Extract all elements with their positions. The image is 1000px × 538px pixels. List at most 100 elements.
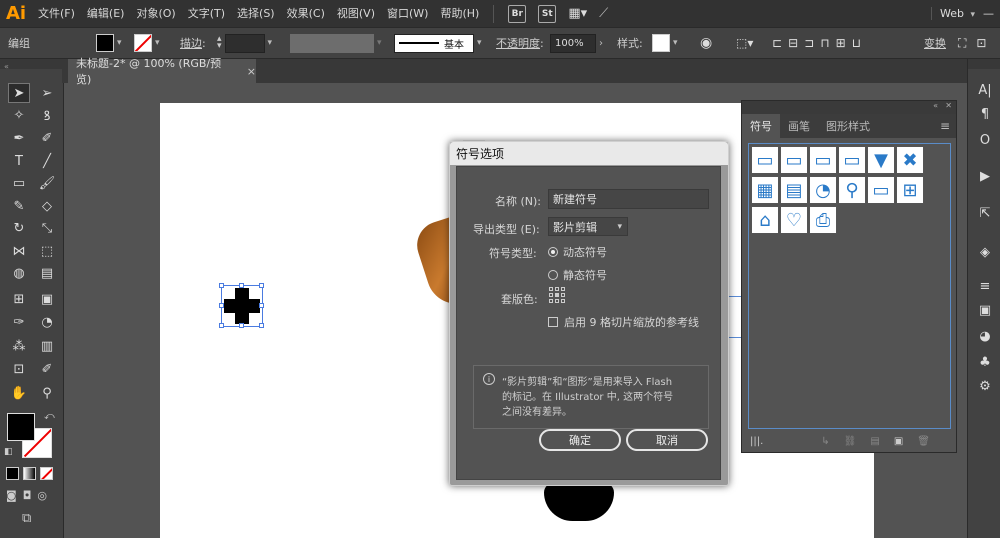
symbol-credit-card[interactable]: ▭ xyxy=(867,176,895,204)
variable-width-profile[interactable] xyxy=(290,33,374,53)
selection-handle[interactable] xyxy=(219,283,224,288)
graphic-style-dropdown-icon[interactable]: ▾ xyxy=(673,38,678,48)
gpu-performance-icon[interactable]: ⟋ xyxy=(599,6,608,21)
shaper-tool-icon[interactable]: ✎ xyxy=(8,196,30,216)
align-middle-icon[interactable]: ⊞ xyxy=(836,36,852,50)
break-link-icon[interactable]: ⛓ xyxy=(844,436,857,447)
nine-slice-checkbox[interactable]: 启用 9 格切片缩放的参考线 xyxy=(548,314,699,330)
swap-fill-stroke-icon[interactable]: ⤺ xyxy=(44,411,55,422)
shape-builder-tool-icon[interactable]: ◍ xyxy=(8,263,30,283)
symbol-sprayer-tool-icon[interactable]: ⁂ xyxy=(8,336,30,356)
rectangle-tool-icon[interactable]: ▭ xyxy=(8,173,30,193)
transform-label[interactable]: 变换 xyxy=(924,35,946,51)
symbol-bar-4[interactable]: ▭ xyxy=(838,146,866,174)
cancel-button[interactable]: 取消 xyxy=(626,429,708,451)
blend-tool-icon[interactable]: ◔ xyxy=(36,312,58,332)
fill-swatch[interactable] xyxy=(96,34,114,52)
profile-dropdown-icon[interactable]: ▾ xyxy=(377,38,382,48)
stroke-weight-field[interactable] xyxy=(224,33,265,53)
menu-window[interactable]: 窗口(W) xyxy=(381,0,434,27)
paintbrush-tool-icon[interactable]: 🖌︎ xyxy=(36,173,58,193)
symbol-magnifier[interactable]: ⚲ xyxy=(838,176,866,204)
selected-cross-object[interactable] xyxy=(219,283,264,328)
symbol-name-input[interactable]: 新建符号 xyxy=(548,189,709,209)
graphic-style-swatch[interactable] xyxy=(652,34,670,52)
selection-tool-icon[interactable]: ➤ xyxy=(8,83,30,103)
brush-dropdown-icon[interactable]: ▾ xyxy=(477,38,482,48)
bridge-icon[interactable]: Br xyxy=(508,4,527,23)
symbols-dock-icon[interactable]: ♣ xyxy=(976,353,994,371)
isolate-icon[interactable]: ⛶ xyxy=(958,36,966,51)
menu-effect[interactable]: 效果(C) xyxy=(281,0,331,27)
menu-view[interactable]: 视图(V) xyxy=(331,0,381,27)
dynamic-symbol-radio[interactable]: 动态符号 xyxy=(548,244,607,260)
symbol-close-x[interactable]: ✖ xyxy=(896,146,924,174)
draw-behind-icon[interactable]: ◘ xyxy=(23,489,32,502)
export-type-select[interactable]: 影片剪辑 ▾ xyxy=(548,217,628,236)
zoom-tool-icon[interactable]: ⚲ xyxy=(36,383,58,403)
symbol-dropdown-arrow[interactable]: ▼ xyxy=(867,146,895,174)
selection-handle[interactable] xyxy=(259,303,264,308)
color-mode-icon[interactable] xyxy=(6,467,19,480)
black-artwork-object[interactable] xyxy=(544,483,614,521)
menu-object[interactable]: 对象(O) xyxy=(130,0,181,27)
align-right-icon[interactable]: ⊐ xyxy=(804,36,820,50)
workspace-switcher[interactable]: Web ▾ xyxy=(930,7,975,20)
paragraph-icon[interactable]: ¶ xyxy=(976,105,994,123)
character-icon[interactable]: A| xyxy=(976,81,994,99)
layers-icon[interactable]: ◈ xyxy=(976,243,994,261)
stroke-dropdown-icon[interactable]: ▾ xyxy=(155,38,160,48)
menu-edit[interactable]: 编辑(E) xyxy=(81,0,131,27)
pen-tool-icon[interactable]: ✒ xyxy=(8,128,30,148)
stroke-weight-stepper[interactable]: ▴ ▾ xyxy=(217,35,222,51)
selection-handle[interactable] xyxy=(239,283,244,288)
symbol-printer[interactable]: ⎙ xyxy=(809,206,837,234)
menu-help[interactable]: 帮助(H) xyxy=(434,0,485,27)
stroke-weight-dropdown-icon[interactable]: ▾ xyxy=(268,38,273,48)
menu-select[interactable]: 选择(S) xyxy=(231,0,281,27)
align-left-icon[interactable]: ⊏ xyxy=(772,36,788,50)
gradient-tool-icon[interactable]: ▣ xyxy=(36,289,58,309)
align-to-icon[interactable]: ⬚▾ xyxy=(736,36,753,50)
symbol-rss[interactable]: ◔ xyxy=(809,176,837,204)
gradient-panel-icon[interactable]: ▣ xyxy=(976,301,994,319)
default-fill-stroke-icon[interactable]: ◧ xyxy=(4,447,13,457)
align-center-icon[interactable]: ⊟ xyxy=(788,36,804,50)
collapse-icon[interactable]: « xyxy=(4,62,9,71)
stroke-panel-icon[interactable]: ≡ xyxy=(976,277,994,295)
tab-graphic-styles[interactable]: 图形样式 xyxy=(818,114,878,138)
rotate-tool-icon[interactable]: ↻ xyxy=(8,218,30,238)
symbol-bar-1[interactable]: ▭ xyxy=(751,146,779,174)
draw-normal-icon[interactable]: ◙ xyxy=(6,489,17,502)
width-tool-icon[interactable]: ⋈ xyxy=(8,241,30,261)
selection-handle[interactable] xyxy=(219,303,224,308)
panel-menu-icon[interactable]: ≡ xyxy=(940,114,950,138)
settings-gear-icon[interactable]: ⚙ xyxy=(976,377,994,395)
panel-collapse-icon[interactable]: « xyxy=(933,101,938,110)
recolor-artwork-icon[interactable]: ◉ xyxy=(700,35,712,51)
symbol-libraries-icon[interactable]: |||. xyxy=(750,436,763,447)
selection-handle[interactable] xyxy=(219,323,224,328)
expand-icon[interactable]: ⊡ xyxy=(976,36,986,50)
symbol-bar-2[interactable]: ▭ xyxy=(780,146,808,174)
brush-definition[interactable]: 基本 xyxy=(394,33,474,53)
panel-close-icon[interactable]: ✕ xyxy=(945,101,952,110)
tab-brushes[interactable]: 画笔 xyxy=(780,114,818,138)
symbol-calendar[interactable]: ▦ xyxy=(751,176,779,204)
fill-color-swatch[interactable] xyxy=(7,413,35,441)
stroke-label[interactable]: 描边 xyxy=(180,35,202,51)
mesh-tool-icon[interactable]: ⊞ xyxy=(8,289,30,309)
opacity-field[interactable]: 100% xyxy=(550,33,596,53)
menu-type[interactable]: 文字(T) xyxy=(182,0,231,27)
new-symbol-icon[interactable]: ▣ xyxy=(894,436,903,447)
symbol-bar-3[interactable]: ▭ xyxy=(809,146,837,174)
perspective-grid-tool-icon[interactable]: ▤ xyxy=(36,263,58,283)
minimize-icon[interactable]: — xyxy=(983,7,994,20)
stroke-swatch[interactable] xyxy=(134,34,152,52)
symbol-heart-plus[interactable]: ♡ xyxy=(780,206,808,234)
place-symbol-icon[interactable]: ↳ xyxy=(821,436,829,447)
column-graph-tool-icon[interactable]: ▥ xyxy=(36,336,58,356)
export-icon[interactable]: ⇱ xyxy=(976,204,994,222)
arrange-documents-icon[interactable]: ▦▾ xyxy=(568,6,587,21)
slice-tool-icon[interactable]: ✐ xyxy=(36,359,58,379)
